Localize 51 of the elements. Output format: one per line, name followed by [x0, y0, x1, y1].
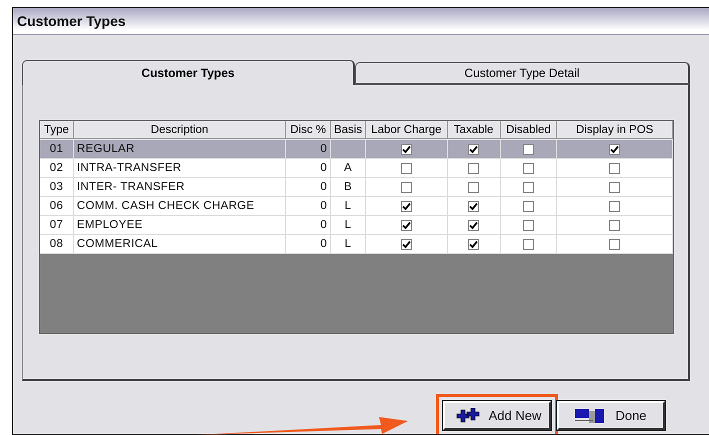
checkbox[interactable]: [468, 220, 480, 230]
checkbox[interactable]: [400, 162, 412, 174]
table-row[interactable]: 03 INTER- TRANSFER 0 B: [40, 178, 673, 197]
checkbox[interactable]: [468, 238, 480, 250]
checkbox[interactable]: [522, 162, 534, 174]
column-header[interactable]: Disabled: [500, 121, 558, 139]
column-header[interactable]: Description: [74, 121, 286, 139]
checkbox[interactable]: [522, 182, 534, 192]
tab[interactable]: Customer Types: [22, 60, 355, 85]
checkbox[interactable]: [400, 144, 412, 154]
checkbox[interactable]: [468, 182, 480, 192]
checkbox[interactable]: [522, 238, 534, 250]
checkbox[interactable]: [522, 144, 534, 154]
checkbox[interactable]: [400, 220, 412, 230]
checkbox[interactable]: [609, 182, 620, 192]
table-row[interactable]: 08 COMMERICAL 0 L: [40, 235, 673, 254]
checkbox[interactable]: [468, 200, 480, 212]
checkbox[interactable]: [609, 144, 620, 154]
table-cell: L: [344, 219, 352, 231]
done-button[interactable]: Done: [557, 401, 665, 430]
table-row[interactable]: 01 REGULAR 0: [40, 140, 673, 159]
checkbox[interactable]: [609, 162, 620, 174]
checkbox[interactable]: [522, 200, 534, 212]
table-cell: B: [344, 181, 352, 193]
column-header[interactable]: Display in POS: [557, 121, 673, 139]
table-cell: COMMERICAL: [74, 235, 286, 254]
checkbox[interactable]: [400, 200, 412, 212]
table-cell: 0: [286, 235, 332, 254]
column-header[interactable]: Basis: [331, 121, 366, 139]
table-row[interactable]: 02 INTRA-TRANSFER 0 A: [40, 159, 673, 178]
column-header[interactable]: Labor Charge: [366, 121, 448, 139]
column-header[interactable]: Taxable: [448, 121, 501, 139]
checkbox[interactable]: [522, 220, 534, 230]
table-cell: L: [344, 200, 352, 212]
tab[interactable]: Customer Type Detail: [355, 62, 690, 85]
table-cell: A: [344, 162, 352, 174]
checkbox[interactable]: [609, 220, 620, 230]
table-cell: 08: [40, 235, 74, 254]
checkbox[interactable]: [400, 238, 412, 250]
checkbox[interactable]: [468, 144, 480, 154]
column-header[interactable]: Disc %: [286, 121, 332, 139]
checkbox[interactable]: [609, 238, 620, 250]
table-row[interactable]: 06 COMM. CASH CHECK CHARGE 0 L: [40, 197, 673, 216]
checkbox[interactable]: [468, 162, 480, 174]
table-cell: L: [344, 238, 352, 250]
column-header[interactable]: Type: [40, 121, 74, 139]
add-new-button[interactable]: Add New: [443, 401, 551, 430]
table-row[interactable]: 07 EMPLOYEE 0 L: [40, 216, 673, 235]
checkbox[interactable]: [609, 200, 620, 212]
window-title: Customer Types: [17, 13, 126, 29]
checkbox[interactable]: [400, 182, 412, 192]
